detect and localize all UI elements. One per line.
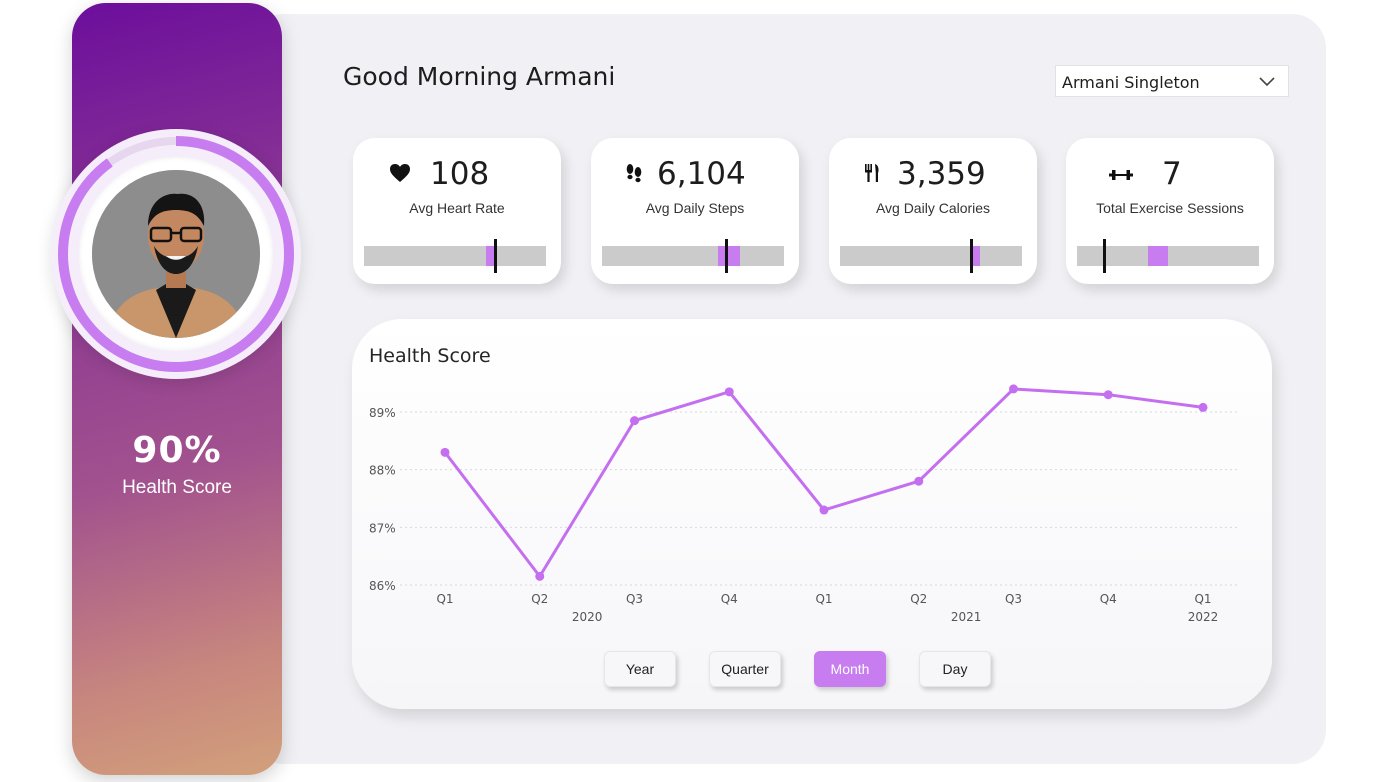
avatar — [92, 170, 260, 338]
kpi-label: Avg Daily Steps — [645, 200, 745, 216]
health-score-value: 90% — [132, 430, 222, 471]
kpi-label: Total Exercise Sessions — [1096, 200, 1244, 216]
granularity-quarter-button[interactable]: Quarter — [709, 651, 781, 687]
granularity-year-button[interactable]: Year — [604, 651, 676, 687]
fork-knife-icon — [865, 164, 879, 182]
heart-icon — [390, 164, 410, 182]
y-tick-label: 86% — [369, 579, 396, 593]
kpi-bullet-bar — [840, 239, 1022, 273]
data-point — [630, 416, 639, 426]
granularity-month-button[interactable]: Month — [814, 651, 886, 687]
kpi-bullet-bar — [364, 239, 546, 273]
year-group-label: 2021 — [951, 610, 982, 624]
kpi-value: 7 — [1162, 156, 1182, 192]
kpi-value: 3,359 — [897, 156, 986, 192]
profile-sidebar — [72, 3, 282, 775]
greeting-title: Good Morning Armani — [343, 62, 616, 91]
data-point — [724, 387, 734, 397]
data-point — [535, 571, 545, 581]
x-tick-label: Q1 — [436, 592, 453, 606]
data-point — [1103, 390, 1113, 400]
y-tick-label: 89% — [369, 406, 396, 420]
x-tick-label: Q4 — [721, 592, 738, 606]
kpi-card-daily-steps: 6,104 Avg Daily Steps — [591, 138, 799, 284]
x-tick-label: Q1 — [1194, 592, 1211, 606]
y-tick-label: 87% — [369, 521, 396, 535]
granularity-day-button[interactable]: Day — [919, 651, 991, 687]
kpi-value: 108 — [430, 156, 490, 192]
kpi-card-heart-rate: 108 Avg Heart Rate — [353, 138, 561, 284]
dumbbell-icon — [1109, 170, 1133, 180]
year-group-label: 2020 — [572, 610, 603, 624]
kpi-label: Avg Heart Rate — [409, 200, 505, 216]
kpi-value: 6,104 — [657, 156, 746, 192]
health-score-summary: 90% Health Score — [72, 430, 282, 499]
user-dropdown-value: Armani Singleton — [1062, 73, 1200, 92]
kpi-target-marker — [1102, 239, 1106, 273]
health-score-chart-card: Health Score 86% 87% 88% 89% Q1 Q2 Q3 Q4 Q1 Q2 Q3 Q… — [352, 319, 1272, 709]
x-tick-label: Q4 — [1100, 592, 1117, 606]
user-dropdown[interactable]: Armani Singleton — [1055, 65, 1289, 97]
kpi-bar-fill — [718, 246, 741, 266]
x-tick-label: Q1 — [815, 592, 832, 606]
data-point — [440, 447, 450, 457]
kpi-bullet-bar — [602, 239, 784, 273]
kpi-target-marker — [493, 239, 497, 273]
kpi-label: Avg Daily Calories — [875, 200, 991, 216]
x-tick-label: Q3 — [1005, 592, 1022, 606]
data-point — [914, 476, 924, 486]
footprints-icon — [626, 164, 642, 183]
kpi-card-daily-calories: 3,359 Avg Daily Calories — [829, 138, 1037, 284]
chevron-down-icon — [1259, 77, 1275, 87]
y-tick-label: 88% — [369, 464, 396, 478]
kpi-target-marker — [969, 239, 973, 273]
data-point — [1009, 384, 1018, 394]
dashboard: 90% Health Score Good Morning Armani Arm… — [0, 0, 1400, 782]
kpi-card-exercise-sessions: 7 Total Exercise Sessions — [1066, 138, 1274, 284]
x-tick-label: Q3 — [626, 592, 643, 606]
health-score-ring — [51, 129, 301, 379]
x-tick-label: Q2 — [910, 592, 927, 606]
kpi-bullet-bar — [1077, 239, 1259, 273]
series-line — [443, 387, 1204, 578]
kpi-target-marker — [725, 239, 729, 273]
data-point — [819, 505, 829, 515]
data-point — [1198, 402, 1208, 412]
x-tick-label: Q2 — [531, 592, 548, 606]
kpi-bar-fill — [1147, 246, 1168, 266]
health-score-label: Health Score — [122, 477, 232, 498]
person-avatar-icon — [92, 170, 260, 338]
health-score-line-chart: 86% 87% 88% 89% Q1 Q2 Q3 Q4 Q1 Q2 Q3 Q4 Q1 2020 2021 20… — [369, 384, 1240, 624]
year-group-label: 2022 — [1188, 610, 1219, 624]
